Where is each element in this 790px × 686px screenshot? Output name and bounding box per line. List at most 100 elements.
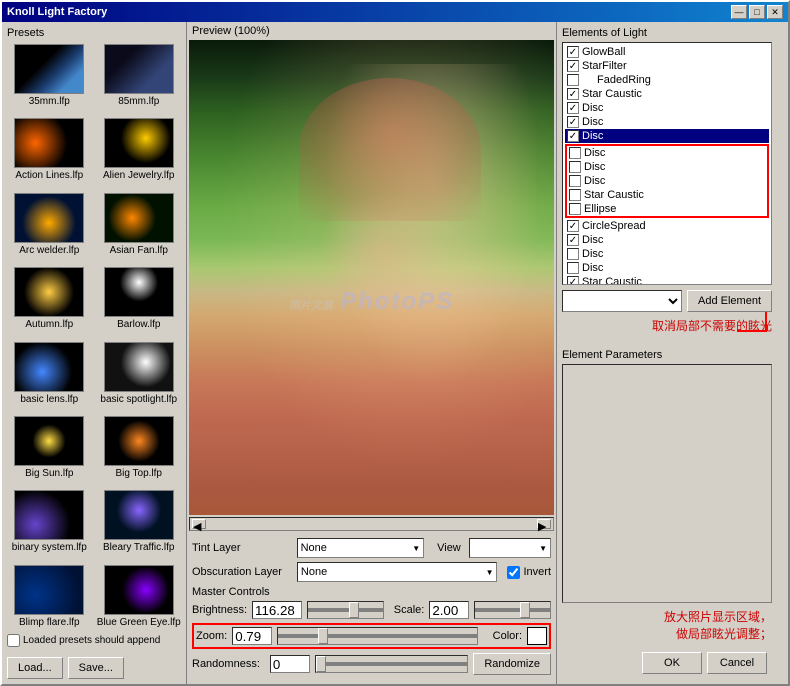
elements-list: ✓ GlowBall ✓ StarFilter FadedRing ✓ Star…	[562, 42, 772, 285]
preset-item[interactable]: 85mm.lfp	[97, 44, 182, 113]
preset-item[interactable]: Autumn.lfp	[7, 267, 92, 336]
brightness-slider[interactable]	[307, 601, 384, 619]
preview-scrollbar-h[interactable]: ◀ ▶	[189, 517, 554, 531]
element-checkbox[interactable]	[567, 262, 579, 274]
preset-item[interactable]: Action Lines.lfp	[7, 118, 92, 187]
preset-item[interactable]: binary system.lfp	[7, 490, 92, 559]
element-checkbox[interactable]: ✓	[567, 276, 579, 285]
element-checkbox[interactable]: ✓	[567, 220, 579, 232]
element-checkbox[interactable]: ✓	[567, 234, 579, 246]
element-item-ellipse[interactable]: Ellipse	[567, 202, 767, 216]
preset-item[interactable]: 35mm.lfp	[7, 44, 92, 113]
scale-input[interactable]	[429, 601, 469, 619]
element-checkbox[interactable]	[569, 147, 581, 159]
color-picker[interactable]	[527, 627, 547, 645]
preset-item[interactable]: basic lens.lfp	[7, 342, 92, 411]
preset-item[interactable]: Bleary Traffic.lfp	[97, 490, 182, 559]
add-element-row: Add Element	[562, 290, 772, 312]
element-item-disc1[interactable]: ✓ Disc	[565, 101, 769, 115]
preset-name: Big Sun.lfp	[25, 468, 73, 479]
save-button[interactable]: Save...	[68, 657, 124, 679]
obscuration-dropdown[interactable]: None ▼	[297, 562, 498, 582]
element-checkbox[interactable]	[567, 248, 579, 260]
preset-name: Alien Jewelry.lfp	[103, 170, 175, 181]
close-button[interactable]: ✕	[767, 5, 783, 19]
randomness-slider[interactable]	[315, 655, 468, 673]
preset-name: Autumn.lfp	[25, 319, 73, 330]
element-item-starcaustic3[interactable]: ✓ Star Caustic	[565, 275, 769, 285]
preset-item[interactable]: Alien Jewelry.lfp	[97, 118, 182, 187]
zoom-label: Zoom:	[196, 630, 227, 642]
preset-name: 35mm.lfp	[29, 96, 70, 107]
bottom-row: OK Cancel	[562, 647, 772, 679]
element-item-glowball[interactable]: ✓ GlowBall	[565, 45, 769, 59]
cancel-button[interactable]: Cancel	[707, 652, 767, 674]
element-name: Disc	[582, 248, 603, 260]
brightness-label: Brightness:	[192, 604, 247, 616]
view-label: View	[437, 542, 461, 554]
preset-thumbnail	[104, 416, 174, 466]
element-checkbox[interactable]: ✓	[567, 88, 579, 100]
randomize-button[interactable]: Randomize	[473, 653, 551, 675]
loaded-presets-checkbox[interactable]	[7, 634, 20, 647]
element-item-starfilter[interactable]: ✓ StarFilter	[565, 59, 769, 73]
preset-item[interactable]: Blimp flare.lfp	[7, 565, 92, 634]
randomness-input[interactable]	[270, 655, 310, 673]
scale-label: Scale:	[394, 604, 425, 616]
add-element-dropdown[interactable]	[562, 290, 682, 312]
invert-checkbox[interactable]	[507, 566, 520, 579]
randomness-label: Randomness:	[192, 658, 260, 670]
preset-item[interactable]: Barlow.lfp	[97, 267, 182, 336]
element-item-disc9[interactable]: Disc	[565, 261, 769, 275]
element-name: Star Caustic	[582, 88, 642, 100]
elements-header: Elements of Light	[562, 27, 772, 39]
element-item-circlespread[interactable]: ✓ CircleSpread	[565, 219, 769, 233]
element-checkbox[interactable]	[569, 161, 581, 173]
zoom-slider[interactable]	[277, 627, 477, 645]
element-checkbox[interactable]: ✓	[567, 46, 579, 58]
scale-slider[interactable]	[474, 601, 551, 619]
element-item-fadedring[interactable]: FadedRing	[565, 73, 769, 87]
preset-item[interactable]: Blue Green Eye.lfp	[97, 565, 182, 634]
preset-item[interactable]: basic spotlight.lfp	[97, 342, 182, 411]
element-checkbox[interactable]: ✓	[567, 130, 579, 142]
element-item-disc4[interactable]: Disc	[567, 146, 767, 160]
preset-item[interactable]: Big Sun.lfp	[7, 416, 92, 485]
preset-item[interactable]: Arc welder.lfp	[7, 193, 92, 262]
preset-item[interactable]: Big Top.lfp	[97, 416, 182, 485]
element-checkbox[interactable]: ✓	[567, 60, 579, 72]
preset-thumbnail	[104, 193, 174, 243]
element-checkbox[interactable]	[569, 189, 581, 201]
element-item-disc6[interactable]: Disc	[567, 174, 767, 188]
brightness-input[interactable]	[252, 601, 302, 619]
load-button[interactable]: Load...	[7, 657, 63, 679]
brightness-scale-row: Brightness: Scale:	[192, 601, 551, 619]
tint-layer-dropdown[interactable]: None ▼	[297, 538, 425, 558]
element-item-starcaustic2[interactable]: Star Caustic	[567, 188, 767, 202]
presets-label: Presets	[7, 27, 181, 39]
element-checkbox[interactable]	[569, 175, 581, 187]
element-item-starcaustic1[interactable]: ✓ Star Caustic	[565, 87, 769, 101]
element-checkbox[interactable]: ✓	[567, 116, 579, 128]
element-item-disc7[interactable]: ✓ Disc	[565, 233, 769, 247]
ok-button[interactable]: OK	[642, 652, 702, 674]
view-dropdown[interactable]: ▼	[469, 538, 551, 558]
element-item-disc3[interactable]: ✓ Disc	[565, 129, 769, 143]
element-checkbox[interactable]	[567, 74, 579, 86]
add-element-button[interactable]: Add Element	[687, 290, 772, 312]
preset-item[interactable]: Asian Fan.lfp	[97, 193, 182, 262]
presets-panel: Presets 35mm.lfp 85mm.lfp Action Lines.l…	[2, 22, 187, 684]
minimize-button[interactable]: —	[731, 5, 747, 19]
obscuration-value: None	[301, 566, 327, 578]
preview-image: 照片文章 PhotoPS	[189, 40, 554, 515]
element-name: Disc	[582, 130, 603, 142]
element-item-disc2[interactable]: ✓ Disc	[565, 115, 769, 129]
scroll-right-btn[interactable]: ▶	[537, 519, 551, 529]
element-checkbox[interactable]: ✓	[567, 102, 579, 114]
element-checkbox[interactable]	[569, 203, 581, 215]
scroll-left-btn[interactable]: ◀	[192, 519, 206, 529]
zoom-input[interactable]	[232, 627, 272, 645]
element-item-disc8[interactable]: Disc	[565, 247, 769, 261]
element-item-disc5[interactable]: Disc	[567, 160, 767, 174]
maximize-button[interactable]: □	[749, 5, 765, 19]
